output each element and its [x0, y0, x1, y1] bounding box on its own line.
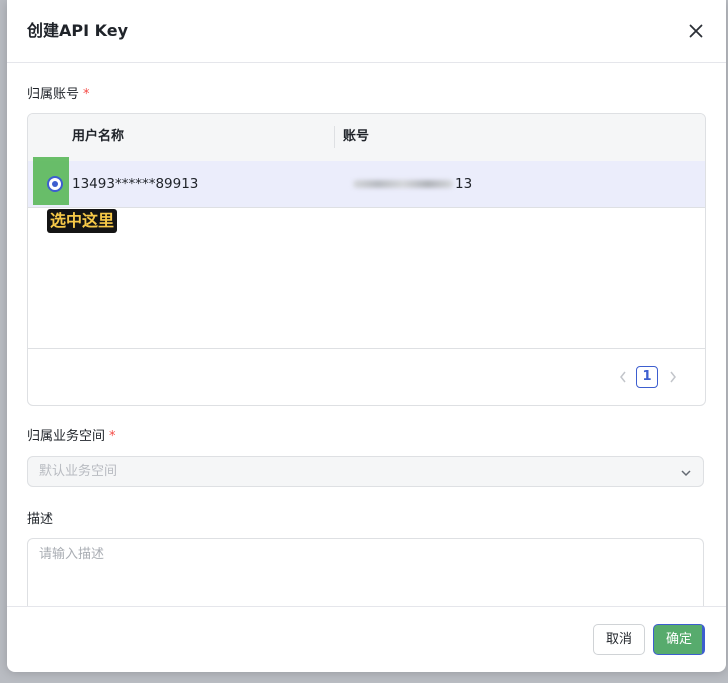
cell-username: 13493******89913	[72, 176, 199, 192]
description-label: 描述	[27, 512, 54, 527]
table-header: 用户名称 账号	[28, 114, 705, 162]
account-table: 用户名称 账号 13493******89913 13 选中这里 1	[27, 113, 706, 406]
table-row[interactable]: 13493******89913 13	[28, 157, 705, 208]
radio-dot	[52, 181, 58, 187]
column-divider	[334, 126, 335, 148]
confirm-button-label: 确定	[665, 632, 692, 647]
workspace-label: 归属业务空间 *	[27, 428, 116, 446]
dialog-title: 创建API Key	[27, 21, 129, 40]
cancel-button[interactable]: 取消	[593, 624, 645, 655]
owner-account-label-text: 归属账号	[27, 87, 80, 102]
chevron-left-icon	[620, 371, 626, 383]
chevron-down-icon	[681, 470, 691, 477]
next-page-button[interactable]	[666, 369, 680, 385]
required-mark: *	[83, 87, 90, 102]
description-placeholder: 请输入描述	[39, 547, 105, 562]
close-button[interactable]	[683, 18, 709, 44]
column-header-account: 账号	[343, 129, 370, 144]
workspace-select[interactable]: 默认业务空间	[27, 456, 704, 487]
owner-account-label: 归属账号 *	[27, 86, 90, 104]
prev-page-button[interactable]	[616, 369, 630, 385]
description-textarea[interactable]: 请输入描述	[27, 538, 704, 606]
dialog-header: 创建API Key	[7, 0, 726, 63]
row-select-radio[interactable]	[47, 176, 63, 192]
create-api-key-dialog: 创建API Key 归属账号 * 用户名称 账号 13493******89913…	[7, 0, 726, 672]
redacted-account	[353, 180, 453, 188]
annotation-label: 选中这里	[47, 209, 118, 233]
workspace-label-text: 归属业务空间	[27, 429, 106, 444]
confirm-button[interactable]: 确定	[653, 624, 705, 655]
close-icon	[689, 24, 703, 38]
page-number-current[interactable]: 1	[636, 366, 658, 388]
column-header-username: 用户名称	[72, 129, 125, 144]
cell-account-suffix: 13	[455, 176, 473, 192]
dialog-footer: 取消 确定	[7, 606, 726, 672]
workspace-select-placeholder: 默认业务空间	[39, 464, 118, 479]
pagination: 1	[28, 348, 705, 405]
required-mark: *	[109, 429, 116, 444]
chevron-right-icon	[670, 371, 676, 383]
